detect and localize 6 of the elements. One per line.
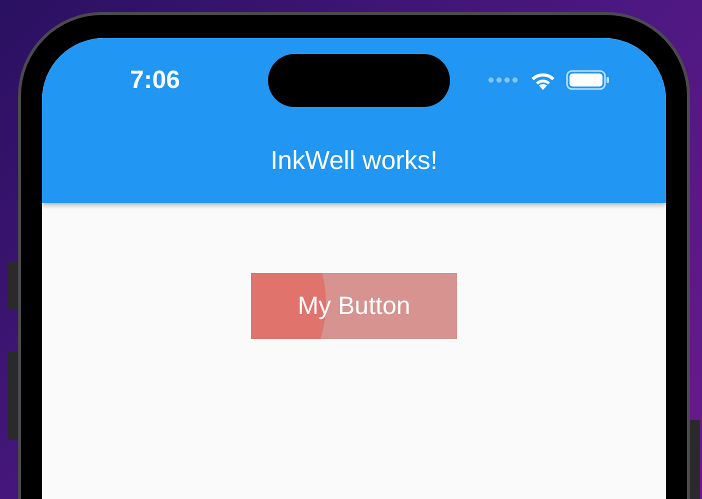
status-time: 7:06 xyxy=(130,66,180,94)
my-button[interactable]: My Button xyxy=(251,273,457,339)
battery-icon xyxy=(566,70,610,90)
signal-dots-icon xyxy=(488,77,520,83)
wifi-icon xyxy=(530,70,556,90)
app-bar-title: InkWell works! xyxy=(270,145,438,176)
